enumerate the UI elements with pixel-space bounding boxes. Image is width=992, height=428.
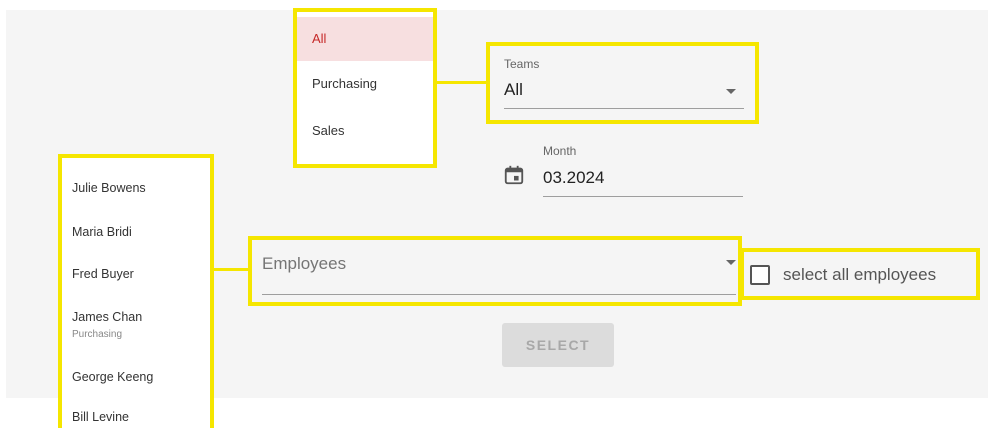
select-all-label[interactable]: select all employees [783,265,936,285]
select-all-employees[interactable]: select all employees [740,248,980,300]
chevron-down-icon [726,260,736,265]
connector-teams [437,81,486,84]
teams-dropdown-menu: All Purchasing Sales [293,8,437,168]
teams-option-all[interactable]: All [297,17,433,61]
teams-underline [504,108,744,109]
employees-dropdown-menu: Julie Bowens Maria Bridi Fred Buyer Jame… [58,154,214,428]
month-value[interactable]: 03.2024 [543,168,604,188]
employee-team-label: Purchasing [72,329,123,340]
select-button[interactable]: SELECT [502,323,614,367]
select-all-checkbox[interactable] [750,265,770,285]
teams-select[interactable]: Teams All [486,42,759,124]
calendar-icon[interactable] [503,164,525,186]
employee-option[interactable]: Maria Bridi [72,225,132,239]
month-label: Month [543,144,577,158]
chevron-down-icon [726,89,736,94]
month-underline [543,196,743,197]
teams-label: Teams [504,57,540,71]
employees-placeholder: Employees [262,254,347,273]
teams-option-sales[interactable]: Sales [297,109,433,153]
employees-select[interactable]: Employees [248,236,742,306]
employees-underline [262,294,736,295]
employee-option[interactable]: James Chan [72,310,142,324]
teams-value: All [504,80,523,99]
employee-option[interactable]: Julie Bowens [72,181,146,195]
employee-option[interactable]: George Keeng [72,370,153,384]
employee-option[interactable]: Bill Levine [72,410,129,424]
employee-option[interactable]: Fred Buyer [72,267,134,281]
teams-option-purchasing[interactable]: Purchasing [297,62,433,106]
connector-employees [214,268,248,271]
